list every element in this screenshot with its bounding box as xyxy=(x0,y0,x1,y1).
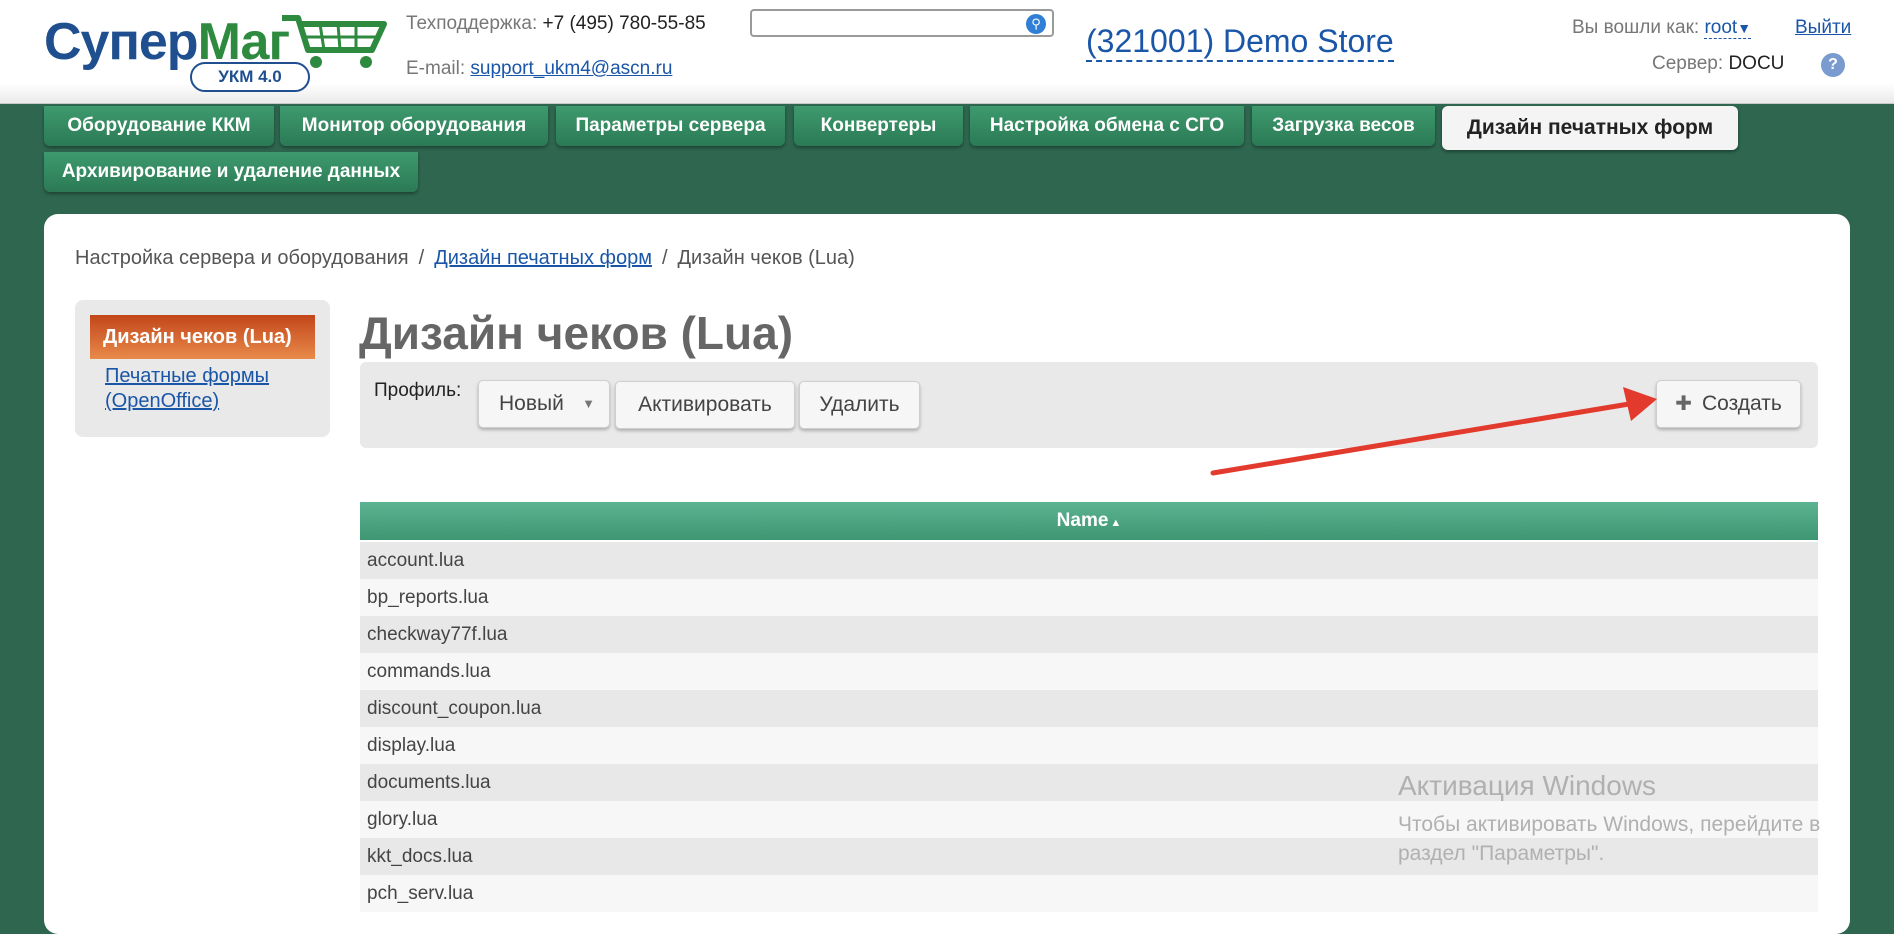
tab-scales-load[interactable]: Загрузка весов xyxy=(1252,106,1435,146)
logout-link[interactable]: Выйти xyxy=(1795,17,1851,39)
breadcrumb: Настройка сервера и оборудования / Дизайн … xyxy=(75,247,855,270)
store-selector[interactable]: (321001) Demo Store xyxy=(1086,22,1394,62)
user-menu[interactable]: root▼ xyxy=(1704,17,1752,39)
app-logo[interactable]: СуперМаг УКМ 4.0 xyxy=(44,10,387,92)
support-phone: Техподдержка: +7 (495) 780-55-85 xyxy=(406,13,706,35)
breadcrumb-root: Настройка сервера и оборудования xyxy=(75,247,409,269)
breadcrumb-separator: / xyxy=(418,247,425,269)
tab-kkm-equipment[interactable]: Оборудование ККМ xyxy=(44,106,274,146)
server-info: Сервер: DOCU xyxy=(1652,53,1784,75)
email-label: E-mail: xyxy=(406,58,466,79)
table-row[interactable]: discount_coupon.lua xyxy=(360,690,1818,727)
windows-activation-watermark: Активация Windows Чтобы активировать Win… xyxy=(1398,770,1868,868)
tab-sgo-exchange[interactable]: Настройка обмена с СГО xyxy=(970,106,1244,146)
table-row[interactable]: display.lua xyxy=(360,727,1818,764)
watermark-text: Чтобы активировать Windows, перейдите в … xyxy=(1398,813,1821,865)
page-title: Дизайн чеков (Lua) xyxy=(359,307,794,359)
search-icon[interactable]: ⚲ xyxy=(1026,14,1046,34)
breadcrumb-separator: / xyxy=(661,247,668,269)
create-label: Создать xyxy=(1701,392,1782,415)
help-icon[interactable]: ? xyxy=(1821,53,1845,77)
delete-button[interactable]: Удалить xyxy=(799,381,920,429)
chevron-down-icon: ▼ xyxy=(1737,20,1752,36)
logged-as-label: Вы вошли как: xyxy=(1572,17,1700,38)
server-name: DOCU xyxy=(1728,53,1785,74)
profile-select[interactable]: Новый ▼ xyxy=(478,380,610,428)
tab-server-params[interactable]: Параметры сервера xyxy=(556,106,785,146)
server-label: Сервер: xyxy=(1652,53,1724,74)
sidebar-item-openoffice-forms[interactable]: Печатные формы (OpenOffice) xyxy=(105,364,305,414)
support-phone-value: +7 (495) 780-55-85 xyxy=(542,13,706,34)
table-row[interactable]: checkway77f.lua xyxy=(360,616,1818,653)
profile-label: Профиль: xyxy=(374,380,462,401)
tab-converters[interactable]: Конвертеры xyxy=(794,106,963,146)
chevron-down-icon: ▼ xyxy=(582,396,595,411)
sidebar: Дизайн чеков (Lua) Печатные формы (OpenO… xyxy=(75,300,330,437)
table-row[interactable]: pch_serv.lua xyxy=(360,875,1818,912)
sort-asc-icon: ▲ xyxy=(1110,517,1122,529)
search-input[interactable]: ⚲ xyxy=(750,9,1054,37)
activate-button[interactable]: Активировать xyxy=(615,381,795,429)
support-email: E-mail: support_ukm4@ascn.ru xyxy=(406,58,672,80)
version-badge: УКМ 4.0 xyxy=(190,62,310,92)
breadcrumb-current: Дизайн чеков (Lua) xyxy=(677,247,855,269)
column-name-label: Name xyxy=(1056,510,1109,531)
breadcrumb-print-design-link[interactable]: Дизайн печатных форм xyxy=(434,247,652,269)
support-label: Техподдержка: xyxy=(406,13,538,34)
table-row[interactable]: bp_reports.lua xyxy=(360,579,1818,616)
tab-equipment-monitor[interactable]: Монитор оборудования xyxy=(280,106,548,146)
watermark-title: Активация Windows xyxy=(1398,770,1657,801)
email-link[interactable]: support_ukm4@ascn.ru xyxy=(470,58,672,79)
header: СуперМаг УКМ 4.0 Техподдержка: +7 (495) … xyxy=(0,0,1894,104)
user-name: root xyxy=(1704,17,1738,38)
sidebar-item-lua-receipts[interactable]: Дизайн чеков (Lua) xyxy=(90,315,315,359)
profile-value: Новый xyxy=(499,392,564,415)
table-header-name[interactable]: Name ▲ xyxy=(360,502,1818,540)
login-info: Вы вошли как: root▼ xyxy=(1572,17,1752,39)
plus-icon: ✚ xyxy=(1675,393,1692,415)
tab-archive-delete[interactable]: Архивирование и удаление данных xyxy=(44,152,418,192)
table-row[interactable]: account.lua xyxy=(360,542,1818,579)
logo-text-main: Супер xyxy=(44,13,199,71)
create-button[interactable]: ✚ Создать xyxy=(1656,380,1801,428)
table-row[interactable]: commands.lua xyxy=(360,653,1818,690)
tab-print-design[interactable]: Дизайн печатных форм xyxy=(1442,106,1738,150)
